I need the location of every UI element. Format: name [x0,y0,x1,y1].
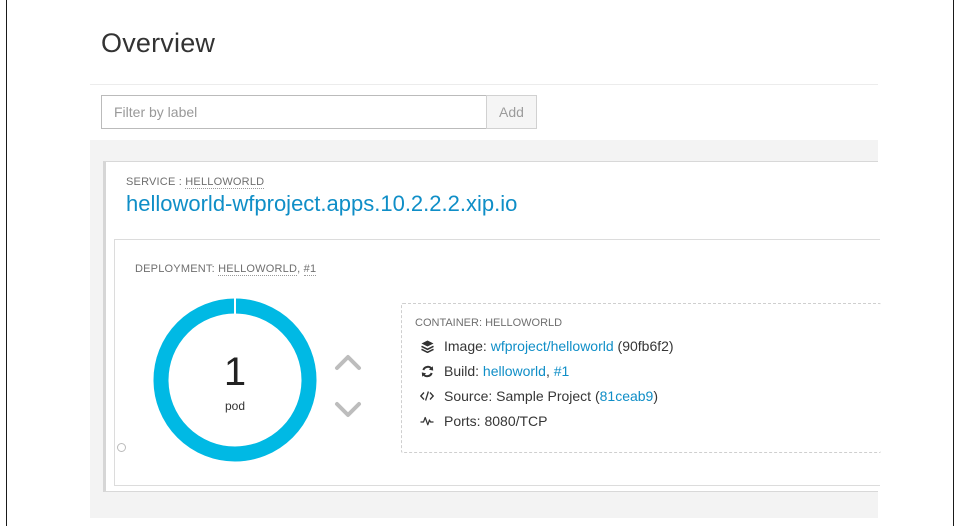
service-label: SERVICE : HELLOWORLD [126,176,517,189]
ports-label: Ports: 8080/TCP [444,413,548,429]
pulse-icon [420,414,434,428]
refresh-icon [420,364,434,378]
filter-by-label-input[interactable] [101,95,487,129]
deployment-connector-dot [117,443,126,452]
container-ports-row: Ports: 8080/TCP [420,411,548,431]
deployment-label-separator: , [297,263,304,275]
page-title: Overview [101,28,216,58]
service-label-prefix: SERVICE : [126,176,186,188]
image-hash: (90fb6f2) [613,338,674,354]
source-label: Source: Sample Project ( [444,388,600,404]
source-commit-link[interactable]: 81ceab9 [600,388,654,404]
source-suffix: ) [653,388,659,404]
service-name[interactable]: HELLOWORLD [185,176,265,189]
pod-unit-label: pod [224,399,246,413]
window-right-border [953,0,954,526]
image-label: Image: [444,338,491,354]
pod-count: 1 [223,350,247,394]
build-label: Build: [444,363,483,379]
build-config-link[interactable]: helloworld [483,363,546,379]
deployment-label: DEPLOYMENT: HELLOWORLD, #1 [135,263,317,276]
layers-icon [420,339,434,353]
chevron-down-icon[interactable] [333,398,363,422]
build-number-link[interactable]: #1 [554,363,570,379]
container-label: CONTAINER: HELLOWORLD [415,317,563,329]
service-header: SERVICE : HELLOWORLD helloworld-wfprojec… [126,176,517,217]
deployment-card: DEPLOYMENT: HELLOWORLD, #1 1 pod CONTAIN… [114,239,881,486]
service-route-link[interactable]: helloworld-wfproject.apps.10.2.2.2.xip.i… [126,191,517,217]
service-card: SERVICE : HELLOWORLD helloworld-wfprojec… [103,161,881,492]
deployment-label-prefix: DEPLOYMENT: [135,263,219,275]
deployment-revision-link[interactable]: #1 [303,263,317,276]
container-image-row: Image: wfproject/helloworld (90fb6f2) [420,336,674,356]
code-icon [420,389,434,403]
title-divider [90,84,878,85]
chevron-up-icon[interactable] [333,350,363,374]
deployment-name-link[interactable]: HELLOWORLD [218,263,298,276]
container-build-row: Build: helloworld, #1 [420,361,569,381]
add-filter-button[interactable]: Add [486,95,537,129]
build-separator: , [545,363,554,379]
container-source-row: Source: Sample Project (81ceab9) [420,386,658,406]
window-left-border [6,0,7,526]
container-details: CONTAINER: HELLOWORLD Image: wfproject/h… [401,303,881,453]
image-link[interactable]: wfproject/helloworld [491,338,614,354]
